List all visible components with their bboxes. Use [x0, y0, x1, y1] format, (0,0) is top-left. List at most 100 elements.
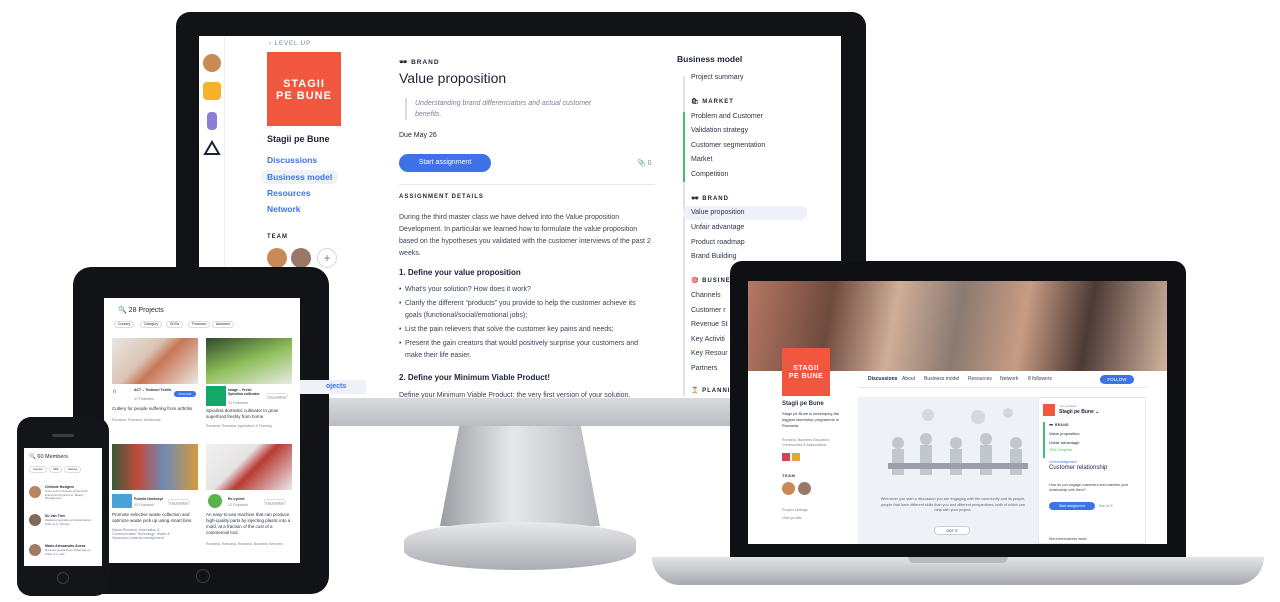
filter-chip[interactable]: Interest [64, 466, 82, 473]
purple-app-icon[interactable] [207, 112, 217, 130]
group-brand-label: BRAND [702, 196, 729, 202]
section-tag-label: BRAND [411, 59, 440, 66]
member-avatar[interactable] [29, 486, 41, 498]
page-title: Value proposition [399, 70, 507, 86]
tab-resources[interactable]: Resources [968, 376, 992, 382]
following-button[interactable]: FOLLOWING [168, 499, 190, 505]
nav-discussions[interactable]: Discussions [267, 155, 317, 165]
project-image[interactable] [206, 338, 292, 384]
tablet-screen: 🔍 28 Projects Country Category SDGs Fina… [104, 298, 300, 563]
tab-divider [858, 387, 1148, 388]
view-profile-link[interactable]: View profile [782, 516, 802, 520]
tab-about[interactable]: About [902, 376, 915, 382]
filter-chip[interactable]: Country [114, 321, 135, 328]
project-name: ACT – Textmori Textile [134, 388, 172, 392]
attachments-count[interactable]: 📎 0 [637, 159, 652, 167]
nav-item[interactable]: Problem and Customer [691, 113, 763, 120]
search-icon: 🔍 [29, 454, 36, 460]
team-avatar[interactable] [798, 482, 811, 495]
levelup-app-icon[interactable] [203, 82, 221, 100]
tab-business-model[interactable]: Business model [924, 376, 959, 382]
nav-item[interactable]: Customer r [691, 307, 726, 314]
nav-item[interactable]: Unfair advantage [691, 224, 744, 231]
nav-item-project-summary[interactable]: Project summary [691, 74, 744, 81]
follow-button[interactable]: FOLLOW [1100, 375, 1134, 384]
members-search[interactable]: 🔍 60 Members [29, 454, 68, 460]
attachments-number: 0 [647, 160, 652, 167]
member-avatar[interactable] [29, 514, 41, 526]
nav-item[interactable]: Brand Building [691, 253, 737, 260]
got-it-button[interactable]: GOT IT [934, 526, 970, 535]
filter-chip[interactable]: Country [29, 466, 47, 473]
projects-search[interactable]: 🔍 28 Projects [118, 306, 164, 314]
nav-resources[interactable]: Resources [267, 188, 310, 198]
nav-item[interactable]: Key Resour [691, 350, 728, 357]
team-avatar[interactable] [782, 482, 795, 495]
project-image[interactable] [206, 444, 292, 490]
tab-discussions[interactable]: Discussions [868, 376, 897, 382]
monitor-stand-neck [440, 426, 600, 526]
project-logo [112, 494, 132, 508]
assignment-quote: Understanding brand differenciators and … [405, 98, 615, 120]
nav-item[interactable]: Value proposition [1049, 431, 1080, 436]
start-assignment-button[interactable]: Start assignment [1049, 502, 1095, 510]
project-image[interactable] [112, 338, 198, 384]
back-link[interactable]: ‹ LEVEL UP [269, 41, 311, 47]
user-avatar[interactable] [203, 54, 221, 72]
project-followers: 12 Followers [228, 503, 248, 507]
filter-chip[interactable]: Financed [188, 321, 211, 328]
project-followers: 47 Followers [134, 397, 154, 401]
nav-item[interactable]: Customer segmentation [691, 142, 765, 149]
following-button[interactable]: FOLLOWING [264, 499, 286, 505]
team-avatar[interactable] [291, 248, 311, 268]
add-member-icon[interactable]: + [317, 248, 337, 268]
tab-network[interactable]: Network [1000, 376, 1018, 382]
project-tags: Romania, Romania, Romania, Business Serv… [206, 542, 283, 546]
member-avatar[interactable] [29, 544, 41, 556]
filter-chip[interactable]: Awarded [212, 321, 234, 328]
nav-item[interactable]: Validation strategy [691, 127, 748, 134]
see-business-model-link[interactable]: See entire business model [1049, 537, 1087, 541]
project-tags: Romania, Romania, Healthcare [112, 418, 161, 422]
current-assignment-title: Customer relationship [1049, 465, 1108, 471]
mountain-app-icon[interactable] [203, 140, 221, 158]
project-followers: 20 Followers [228, 401, 248, 405]
member-description: Team and Co-founder at Nonprofit Enterpr… [45, 489, 88, 501]
project-logo: STAGII PE BUNE [267, 52, 341, 126]
project-name: Stagii pe Bune [267, 134, 330, 144]
start-assignment-button[interactable]: Start assignment [399, 154, 491, 172]
following-button[interactable]: FOLLOWING [266, 393, 288, 399]
nav-item[interactable]: Competition [691, 171, 728, 178]
filter-chip[interactable]: Category [140, 321, 163, 328]
nav-network[interactable]: Network [267, 204, 301, 214]
nav-item[interactable]: Product roadmap [691, 239, 745, 246]
group-business: 🎯 BUSINE [691, 278, 731, 284]
project-image[interactable] [112, 444, 198, 490]
nav-item[interactable]: Channels [691, 292, 721, 299]
discussion-empty-state: Whenever you start a discussion you are … [858, 397, 1048, 544]
project-logo [206, 386, 226, 406]
business-model-widget: Your projects Stagii pe Bune ⌄ 🕶 BRAND V… [1038, 397, 1146, 544]
nav-item[interactable]: Revenue St [691, 321, 728, 328]
phone-speaker [52, 434, 74, 437]
nav-item[interactable]: Partners [691, 365, 717, 372]
nav-item[interactable]: Unfair advantage [1049, 440, 1079, 445]
followers-count[interactable]: 8 followers [1028, 376, 1052, 382]
section-heading-1: 1. Define your value proposition [399, 268, 521, 277]
follow-button[interactable]: FOLLOW [174, 391, 196, 397]
bullet-item: What's your solution? How does it work? [399, 284, 653, 296]
nav-item[interactable]: Key Activiti [691, 336, 725, 343]
nav-item[interactable]: Market [691, 156, 712, 163]
assignment-description: How do you engage customers and maintain… [1049, 483, 1129, 492]
project-settings-link[interactable]: Project settings [782, 508, 808, 512]
project-name: Image – Fresh Spirulina cultivator [228, 388, 260, 396]
nav-item-active[interactable]: Value proposition [691, 209, 745, 216]
project-select[interactable]: Stagii pe Bune ⌄ [1059, 409, 1099, 415]
project-logo-small [1043, 404, 1055, 416]
filter-chip[interactable]: SDGs [166, 321, 184, 328]
filter-chip[interactable]: Skill [49, 466, 63, 473]
project-select-value: Stagii pe Bune [1059, 409, 1094, 415]
team-avatar[interactable] [267, 248, 287, 268]
group-brand: 🕶 BRAND [691, 196, 729, 202]
nav-business-model[interactable]: Business model [261, 170, 339, 184]
